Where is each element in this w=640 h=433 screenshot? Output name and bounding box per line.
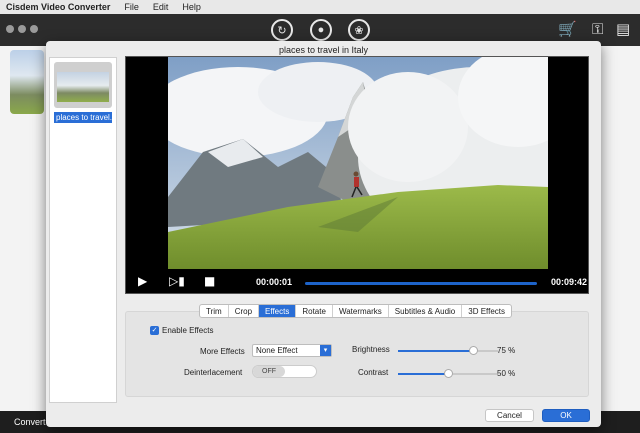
- enable-effects-checkbox[interactable]: ✓: [150, 326, 159, 335]
- edit-tabs: Trim Crop Effects Rotate Watermarks Subtitles…: [199, 304, 513, 318]
- zoom-window-button[interactable]: [30, 25, 38, 33]
- deinterlace-value: OFF: [253, 366, 285, 377]
- video-player: ▶ ▷▮ ■ 00:00:01 00:09:42: [125, 56, 589, 294]
- dvd-icon[interactable]: ●: [310, 19, 332, 41]
- menubar: Cisdem Video Converter File Edit Help: [0, 0, 640, 14]
- player-controls: ▶ ▷▮ ■ 00:00:01 00:09:42: [126, 271, 588, 295]
- enable-effects-label: Enable Effects: [162, 326, 214, 335]
- brightness-value: 75 %: [497, 346, 516, 355]
- video-list: places to travel...: [49, 57, 117, 403]
- more-effects-select[interactable]: None Effect ▾: [252, 344, 332, 357]
- contrast-value: 50 %: [497, 369, 516, 378]
- deinterlace-label: Deinterlacement: [184, 368, 243, 377]
- more-effects-value: None Effect: [256, 346, 298, 355]
- tab-trim[interactable]: Trim: [200, 305, 229, 317]
- effects-panel: ✓ Enable Effects More Effects None Effec…: [125, 311, 589, 397]
- video-frame: [168, 57, 548, 269]
- menu-edit[interactable]: Edit: [153, 2, 169, 12]
- app-menu[interactable]: Cisdem Video Converter: [6, 2, 110, 12]
- menu-help[interactable]: Help: [182, 2, 201, 12]
- deinterlace-toggle[interactable]: OFF: [252, 365, 317, 378]
- list-thumbnail: [54, 62, 112, 108]
- cancel-button[interactable]: Cancel: [485, 409, 534, 422]
- progress-bar[interactable]: [305, 282, 537, 285]
- total-time: 00:09:42: [551, 277, 588, 287]
- contrast-fill: [398, 373, 448, 375]
- tab-effects[interactable]: Effects: [259, 305, 297, 317]
- close-window-button[interactable]: [6, 25, 14, 33]
- tab-crop[interactable]: Crop: [229, 305, 260, 317]
- brightness-label: Brightness: [352, 345, 390, 354]
- register-icon[interactable]: ▤: [616, 20, 630, 38]
- stop-icon[interactable]: ■: [204, 274, 215, 288]
- menu-file[interactable]: File: [124, 2, 139, 12]
- key-icon[interactable]: ⚿: [592, 20, 603, 38]
- tab-3d-effects[interactable]: 3D Effects: [462, 305, 511, 317]
- ok-button[interactable]: OK: [542, 409, 590, 422]
- brightness-fill: [398, 350, 473, 352]
- contrast-slider[interactable]: [398, 369, 498, 378]
- minimize-window-button[interactable]: [18, 25, 26, 33]
- video-thumbnail[interactable]: [10, 50, 44, 114]
- contrast-thumb[interactable]: [444, 369, 453, 378]
- current-time: 00:00:01: [256, 277, 293, 287]
- tab-subtitles-audio[interactable]: Subtitles & Audio: [389, 305, 463, 317]
- list-item-label: places to travel...: [54, 112, 112, 123]
- convert-icon[interactable]: ↻: [271, 19, 293, 41]
- chevron-down-icon: ▾: [320, 345, 331, 356]
- snapshot-icon[interactable]: ▷▮: [169, 274, 185, 288]
- edit-dialog: places to travel in Italy places to trav…: [46, 41, 601, 427]
- contrast-label: Contrast: [358, 368, 389, 377]
- dialog-title: places to travel in Italy: [278, 45, 369, 55]
- play-icon[interactable]: ▶: [138, 274, 147, 288]
- brightness-thumb[interactable]: [469, 346, 478, 355]
- brightness-slider[interactable]: [398, 346, 498, 355]
- cart-icon[interactable]: 🛒: [558, 20, 577, 38]
- tab-rotate[interactable]: Rotate: [296, 305, 333, 317]
- more-effects-label: More Effects: [200, 347, 245, 356]
- film-reel-icon[interactable]: ❀: [348, 19, 370, 41]
- tab-watermarks[interactable]: Watermarks: [333, 305, 389, 317]
- list-item[interactable]: places to travel...: [54, 62, 112, 123]
